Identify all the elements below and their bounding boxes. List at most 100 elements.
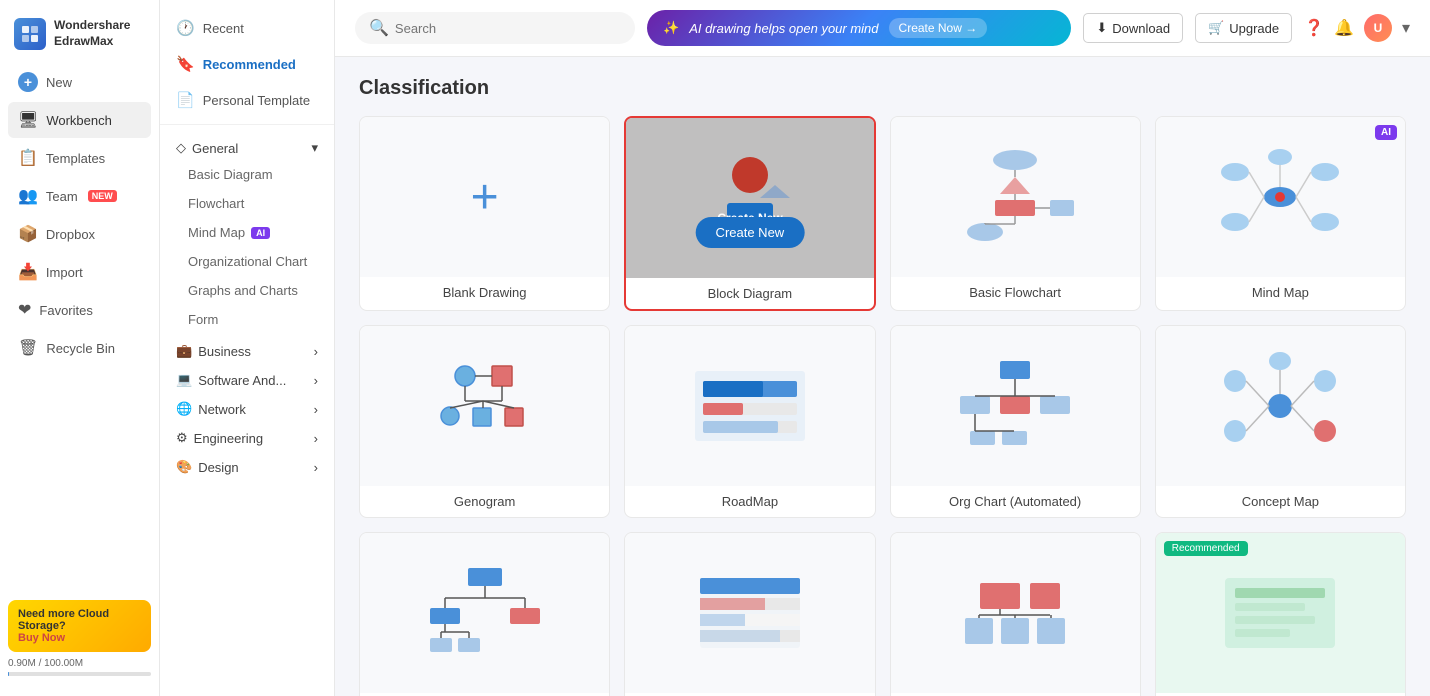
app-logo: Wondershare EdrawMax — [0, 10, 159, 64]
block-diagram-img: Create New Create New — [626, 118, 873, 278]
upgrade-label: Upgrade — [1229, 21, 1279, 36]
mid-item-personal[interactable]: 📄 Personal Template — [160, 82, 334, 118]
search-input[interactable] — [395, 21, 621, 36]
sub-flowchart[interactable]: Flowchart — [160, 189, 334, 218]
main-content: 🔍 ✨ AI drawing helps open your mind Crea… — [335, 0, 1430, 696]
graphs-charts-label: Graphs and Charts — [188, 283, 298, 298]
sidebar-bottom: Need more Cloud Storage? Buy Now 0.90M /… — [0, 592, 159, 686]
template-table2[interactable] — [624, 532, 875, 696]
blank-plus-icon: + — [471, 170, 499, 225]
dropbox-label: Dropbox — [46, 227, 95, 242]
ai-banner-sparkle: ✨ — [663, 20, 679, 36]
recycle-label: Recycle Bin — [46, 341, 115, 356]
roadmap-label: RoadMap — [625, 486, 874, 517]
template-roadmap[interactable]: RoadMap — [624, 325, 875, 518]
upgrade-cart-icon: 🛒 — [1208, 20, 1224, 36]
section-engineering[interactable]: ⚙ Engineering › — [160, 421, 334, 450]
recycle-icon: 🗑 — [18, 338, 38, 358]
storage-text: 0.90M / 100.00M — [8, 658, 83, 669]
top-icons: ❓ 🔔 U ▾ — [1304, 14, 1410, 42]
template-block-diagram[interactable]: Create New Create New Block Diagram — [624, 116, 875, 311]
cloud-storage-card[interactable]: Need more Cloud Storage? Buy Now — [8, 600, 151, 652]
template-folder[interactable] — [890, 532, 1141, 696]
download-button[interactable]: ⬇ Download — [1083, 13, 1183, 43]
section-business[interactable]: 💼 Business › — [160, 334, 334, 363]
favorites-label: Favorites — [39, 303, 92, 318]
engineering-label: Engineering — [194, 431, 263, 446]
workbench-icon: 🖥 — [18, 110, 38, 130]
user-menu-chevron[interactable]: ▾ — [1402, 18, 1410, 38]
mid-item-recent[interactable]: 🕐 Recent — [160, 10, 334, 46]
blank-drawing-img: + — [360, 117, 609, 277]
search-box[interactable]: 🔍 — [355, 12, 635, 44]
sidebar-item-templates[interactable]: 📋 Templates — [8, 140, 151, 176]
section-software[interactable]: 💻 Software And... › — [160, 363, 334, 392]
blank-drawing-label: Blank Drawing — [360, 277, 609, 308]
section-network[interactable]: 🌐 Network › — [160, 392, 334, 421]
section-general[interactable]: ◇ General ▾ — [160, 131, 334, 160]
download-icon: ⬇ — [1096, 20, 1107, 36]
sidebar-item-recycle[interactable]: 🗑 Recycle Bin — [8, 330, 151, 366]
software-label: Software And... — [198, 373, 286, 388]
ai-banner[interactable]: ✨ AI drawing helps open your mind Create… — [647, 10, 1071, 46]
general-icon: ◇ — [176, 140, 186, 156]
templates-label: Templates — [46, 151, 105, 166]
mind-map-label: Mind Map — [188, 225, 245, 240]
sidebar-item-import[interactable]: 📥 Import — [8, 254, 151, 290]
dropbox-icon: 📦 — [18, 224, 38, 244]
upgrade-button[interactable]: 🛒 Upgrade — [1195, 13, 1292, 43]
team-label: Team — [46, 189, 78, 204]
sidebar-item-new[interactable]: + New — [8, 64, 151, 100]
software-chevron: › — [314, 373, 318, 388]
recent-icon: 🕐 — [176, 19, 195, 37]
template-recommended-green[interactable]: Recommended — [1155, 532, 1406, 696]
create-new-overlay[interactable]: Create New — [696, 217, 805, 248]
network-chevron: › — [314, 402, 318, 417]
org-auto-img — [891, 326, 1140, 486]
user-avatar[interactable]: U — [1364, 14, 1392, 42]
sidebar-item-favorites[interactable]: ❤ Favorites — [8, 292, 151, 328]
genogram-img — [360, 326, 609, 486]
mid-item-recommended[interactable]: 🔖 Recommended — [160, 46, 334, 82]
separator1 — [160, 124, 334, 125]
notification-icon[interactable]: 🔔 — [1334, 18, 1354, 38]
app-name1: Wondershare — [54, 18, 130, 34]
general-label: General — [192, 141, 238, 156]
sub-form[interactable]: Form — [160, 305, 334, 334]
ai-create-button[interactable]: Create Now → — [889, 18, 988, 38]
org-chart-label: Organizational Chart — [188, 254, 307, 269]
download-label: Download — [1112, 21, 1170, 36]
form-label: Form — [188, 312, 218, 327]
sub-mind-map[interactable]: Mind Map AI — [160, 218, 334, 247]
basic-flowchart-label: Basic Flowchart — [891, 277, 1140, 308]
sidebar-item-team[interactable]: 👥 Team NEW — [8, 178, 151, 214]
section-design[interactable]: 🎨 Design › — [160, 450, 334, 479]
template-blank-drawing[interactable]: + Blank Drawing — [359, 116, 610, 311]
section-title: Classification — [359, 77, 1406, 100]
template-concept-map[interactable]: Concept Map — [1155, 325, 1406, 518]
new-plus-icon: + — [18, 72, 38, 92]
recommended-green-img: Recommended — [1156, 533, 1405, 693]
sub-org-chart[interactable]: Organizational Chart — [160, 247, 334, 276]
concept-map-img — [1156, 326, 1405, 486]
template-org-auto[interactable]: Org Chart (Automated) — [890, 325, 1141, 518]
roadmap-img — [625, 326, 874, 486]
mind-map-label: Mind Map — [1156, 277, 1405, 308]
template-genogram[interactable]: Genogram — [359, 325, 610, 518]
team-icon: 👥 — [18, 186, 38, 206]
sidebar-item-dropbox[interactable]: 📦 Dropbox — [8, 216, 151, 252]
workbench-label: Workbench — [46, 113, 112, 128]
help-icon[interactable]: ❓ — [1304, 18, 1324, 38]
template-tree[interactable] — [359, 532, 610, 696]
genogram-label: Genogram — [360, 486, 609, 517]
sub-graphs-charts[interactable]: Graphs and Charts — [160, 276, 334, 305]
template-basic-flowchart[interactable]: Basic Flowchart — [890, 116, 1141, 311]
sub-basic-diagram[interactable]: Basic Diagram — [160, 160, 334, 189]
template-mind-map[interactable]: AI Mi — [1155, 116, 1406, 311]
design-icon: 🎨 — [176, 459, 192, 475]
recommended-tag: Recommended — [1164, 541, 1248, 556]
sidebar-item-workbench[interactable]: 🖥 Workbench — [8, 102, 151, 138]
mind-map-img: AI — [1156, 117, 1405, 277]
software-icon: 💻 — [176, 372, 192, 388]
buy-now-link[interactable]: Buy Now — [18, 632, 141, 644]
